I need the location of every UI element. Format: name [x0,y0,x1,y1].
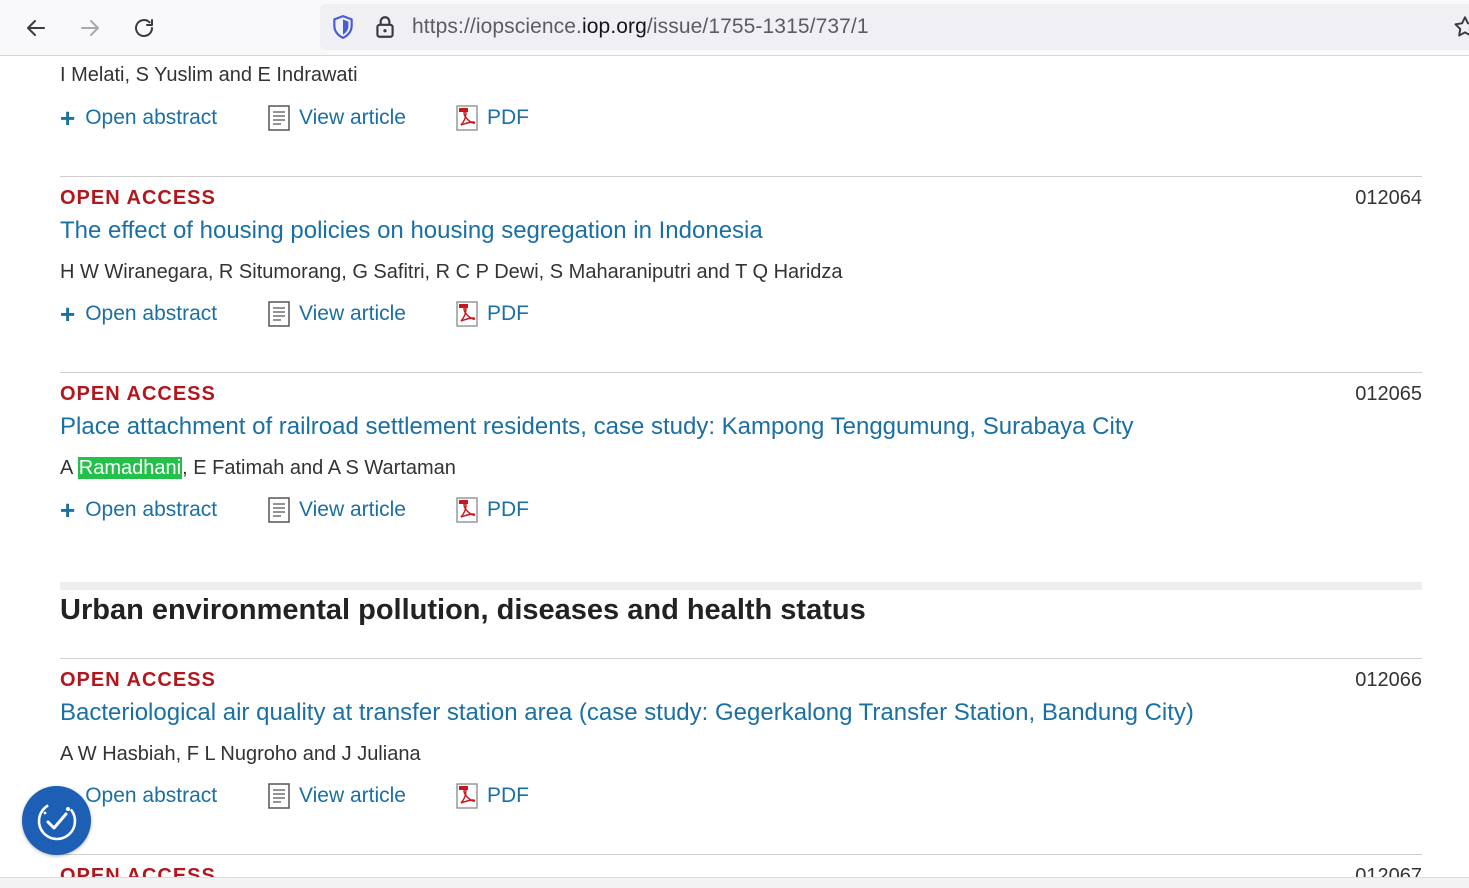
pdf-link[interactable]: PDF [455,301,529,327]
article-number: 012066 [1355,669,1422,691]
section-heading: Urban environmental pollution, diseases … [60,594,866,626]
view-article-link[interactable]: View article [267,497,406,523]
pdf-icon [456,105,478,131]
plus-icon: + [60,495,76,525]
open-abstract-link[interactable]: + Open abstract [60,105,217,131]
open-abstract-link[interactable]: + Open abstract [60,497,217,523]
page-bottom-edge [0,877,1469,888]
article-authors: H W Wiranegara, R Situmorang, G Safitri,… [60,261,843,283]
open-access-label: OPEN ACCESS [60,669,216,691]
lock-icon[interactable] [372,14,398,40]
plus-icon: + [60,103,76,133]
article-actions: + Open abstract View article PDF [60,783,660,813]
url-text[interactable]: https://iopscience.iop.org/issue/1755-13… [412,15,869,39]
divider [60,176,1422,177]
document-icon [268,783,290,809]
article-actions: + Open abstract View article PDF [60,105,660,135]
bookmark-star-icon[interactable] [1452,14,1469,40]
article-title-link[interactable]: The effect of housing policies on housin… [60,217,763,245]
document-icon [268,105,290,131]
view-article-link[interactable]: View article [267,105,406,131]
document-icon [268,301,290,327]
pdf-icon [456,783,478,809]
pdf-icon [456,497,478,523]
view-article-link[interactable]: View article [267,783,406,809]
back-arrow-icon [27,20,45,36]
divider [60,658,1422,659]
article-number: 012065 [1355,383,1422,405]
address-bar[interactable]: https://iopscience.iop.org/issue/1755-13… [320,4,1469,50]
browser-toolbar: https://iopscience.iop.org/issue/1755-13… [0,0,1469,56]
article-title-link[interactable]: Bacteriological air quality at transfer … [60,699,1194,727]
reload-button[interactable] [126,10,162,46]
forward-arrow-icon [81,20,99,36]
article-authors: A Ramadhani, E Fatimah and A S Wartaman [60,457,456,479]
back-button[interactable] [18,10,54,46]
divider [60,372,1422,373]
search-highlight: Ramadhani [77,457,183,479]
shield-icon[interactable] [330,14,356,40]
open-access-label: OPEN ACCESS [60,383,216,405]
divider [60,854,1422,855]
pdf-link[interactable]: PDF [455,105,529,131]
article-number: 012064 [1355,187,1422,209]
plus-icon: + [60,299,76,329]
pdf-icon [456,301,478,327]
article-title-link[interactable]: Place attachment of railroad settlement … [60,413,1133,441]
open-abstract-link[interactable]: + Open abstract [60,301,217,327]
section-separator [60,582,1422,590]
pdf-link[interactable]: PDF [455,497,529,523]
open-access-label: OPEN ACCESS [60,187,216,209]
article-authors: I Melati, S Yuslim and E Indrawati [60,64,358,86]
accessibility-button[interactable] [22,786,91,855]
reload-icon [135,19,153,37]
article-authors: A W Hasbiah, F L Nugroho and J Juliana [60,743,421,765]
article-actions: + Open abstract View article PDF [60,301,660,331]
forward-button[interactable] [72,10,108,46]
pdf-link[interactable]: PDF [455,783,529,809]
accessibility-icon [37,801,76,840]
view-article-link[interactable]: View article [267,301,406,327]
article-actions: + Open abstract View article PDF [60,497,660,527]
document-icon [268,497,290,523]
